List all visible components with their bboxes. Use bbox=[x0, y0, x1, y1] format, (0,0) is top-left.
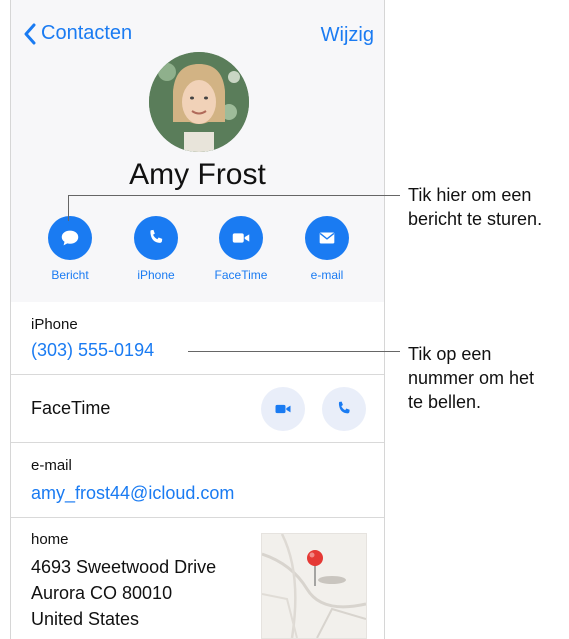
address-line: Aurora CO 80010 bbox=[31, 583, 173, 603]
email-row: e-mail amy_frost44@icloud.com bbox=[11, 442, 384, 518]
action-label: FaceTime bbox=[214, 268, 268, 282]
address-line: 4693 Sweetwood Drive bbox=[31, 557, 217, 577]
callout-line-text: nummer om het bbox=[408, 368, 535, 388]
address-line: United States bbox=[31, 609, 140, 629]
address-text[interactable]: 4693 Sweetwood Drive Aurora CO 80010 Uni… bbox=[31, 554, 216, 632]
video-icon bbox=[275, 404, 291, 414]
phone-icon bbox=[338, 401, 350, 414]
callout-line-text: te bellen. bbox=[408, 392, 482, 412]
action-label: e-mail bbox=[310, 268, 344, 282]
phone-label: iPhone bbox=[31, 316, 78, 333]
home-label: home bbox=[31, 531, 69, 548]
callout-number: Tik op een nummer om het te bellen. bbox=[408, 342, 534, 414]
facetime-row: FaceTime bbox=[11, 374, 384, 443]
email-label: e-mail bbox=[31, 457, 72, 474]
phone-icon bbox=[134, 216, 178, 260]
back-button[interactable]: Contacten bbox=[23, 22, 132, 45]
email-link[interactable]: amy_frost44@icloud.com bbox=[31, 483, 234, 504]
avatar bbox=[149, 52, 249, 152]
facetime-audio-button[interactable] bbox=[322, 387, 366, 431]
phone-row: iPhone (303) 555-0194 bbox=[11, 302, 384, 374]
action-bar: Bericht iPhone FaceTime e-mail bbox=[11, 216, 384, 286]
video-icon bbox=[219, 216, 263, 260]
facetime-video-button[interactable] bbox=[261, 387, 305, 431]
callout-line-text: bericht te sturen. bbox=[408, 209, 543, 229]
facetime-label: FaceTime bbox=[31, 398, 111, 418]
callout-message: Tik hier om een bericht te sturen. bbox=[408, 183, 542, 231]
contact-header: Contacten Wijzig Amy Frost Bericht iPhon… bbox=[11, 0, 384, 302]
message-button[interactable]: Bericht bbox=[30, 216, 110, 282]
mail-button[interactable]: e-mail bbox=[287, 216, 367, 282]
map-icon bbox=[262, 534, 366, 638]
home-address-row: home 4693 Sweetwood Drive Aurora CO 8001… bbox=[11, 517, 384, 639]
chevron-left-icon bbox=[24, 23, 36, 44]
call-button[interactable]: iPhone bbox=[116, 216, 196, 282]
map-thumbnail[interactable] bbox=[261, 533, 367, 639]
contact-card: Contacten Wijzig Amy Frost Bericht iPhon… bbox=[10, 0, 385, 639]
callout-line bbox=[68, 195, 69, 221]
callout-line bbox=[188, 351, 400, 352]
person-photo-icon bbox=[149, 52, 249, 152]
phone-number-link[interactable]: (303) 555-0194 bbox=[31, 340, 154, 361]
contact-name: Amy Frost bbox=[129, 158, 266, 191]
callout-line-text: Tik op een bbox=[408, 344, 492, 364]
facetime-button[interactable]: FaceTime bbox=[201, 216, 281, 282]
callout-line bbox=[68, 195, 400, 196]
action-label: Bericht bbox=[51, 268, 89, 282]
message-icon bbox=[48, 216, 92, 260]
action-label: iPhone bbox=[137, 268, 175, 282]
callout-line-text: Tik hier om een bbox=[408, 185, 532, 205]
edit-button[interactable]: Wijzig bbox=[321, 24, 374, 47]
mail-icon bbox=[305, 216, 349, 260]
back-button-label: Contacten bbox=[41, 22, 133, 44]
